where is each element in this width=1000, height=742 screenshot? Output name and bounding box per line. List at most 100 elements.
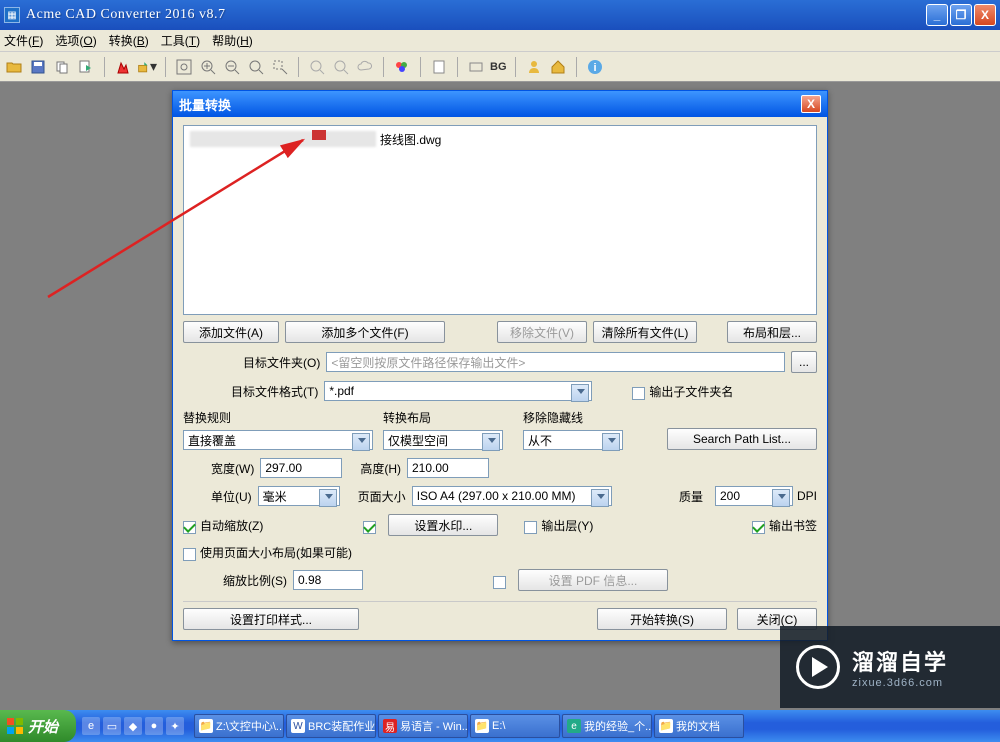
home-icon[interactable]: [548, 57, 568, 77]
task-icon: 易: [383, 719, 397, 733]
zoom-out-icon[interactable]: [222, 57, 242, 77]
file-list-item[interactable]: 接线图.dwg: [190, 130, 810, 148]
batch-icon[interactable]: ▾: [137, 57, 157, 77]
taskbar-task[interactable]: 📁E:\: [470, 714, 560, 738]
info-icon[interactable]: i: [585, 57, 605, 77]
taskbar-task[interactable]: 📁我的文档: [654, 714, 744, 738]
slides-icon[interactable]: [466, 57, 486, 77]
watermark-logo: 溜溜自学 zixue.3d66.com: [780, 626, 1000, 708]
use-page-layout-checkbox[interactable]: [183, 548, 196, 561]
taskbar-task[interactable]: WBRC装配作业...: [286, 714, 376, 738]
quality-select[interactable]: 200: [715, 486, 793, 506]
layout-layers-button[interactable]: 布局和层...: [727, 321, 817, 343]
start-button[interactable]: 开始: [0, 710, 76, 742]
add-file-button[interactable]: 添加文件(A): [183, 321, 279, 343]
task-icon: W: [291, 719, 305, 733]
minimize-button[interactable]: _: [926, 4, 948, 26]
save-icon[interactable]: [28, 57, 48, 77]
add-multiple-files-button[interactable]: 添加多个文件(F): [285, 321, 445, 343]
menu-convert[interactable]: 转换(B): [109, 32, 149, 49]
app-icon: ▦: [4, 7, 20, 23]
height-input[interactable]: 210.00: [407, 458, 489, 478]
menu-tools[interactable]: 工具(T): [161, 32, 200, 49]
toolbar-separator: [515, 57, 516, 77]
print-style-button[interactable]: 设置打印样式...: [183, 608, 359, 630]
target-format-select[interactable]: *.pdf: [324, 381, 592, 401]
menu-options[interactable]: 选项(O): [55, 32, 96, 49]
watermark-button[interactable]: 设置水印...: [388, 514, 498, 536]
color-icon[interactable]: [392, 57, 412, 77]
user-icon[interactable]: [524, 57, 544, 77]
start-label: 开始: [28, 716, 58, 737]
zoom-extents-icon[interactable]: [174, 57, 194, 77]
ql-app1-icon[interactable]: ◆: [124, 717, 142, 735]
output-subfolder-checkbox[interactable]: [632, 387, 645, 400]
remove-file-button[interactable]: 移除文件(V): [497, 321, 587, 343]
window-buttons: _ ❐ X: [926, 4, 996, 26]
output-bookmark-checkbox[interactable]: [752, 521, 765, 534]
width-input[interactable]: 297.00: [260, 458, 342, 478]
unit-select[interactable]: 毫米: [258, 486, 340, 506]
app-title: Acme CAD Converter 2016 v8.7: [26, 7, 225, 23]
convert-layout-select[interactable]: 仅模型空间: [383, 430, 503, 450]
menubar: 文件(F) 选项(O) 转换(B) 工具(T) 帮助(H): [0, 30, 1000, 52]
zoom-next-icon[interactable]: [331, 57, 351, 77]
zoom-region-icon[interactable]: [270, 57, 290, 77]
search-path-button[interactable]: Search Path List...: [667, 428, 817, 450]
zoom-in-icon[interactable]: [198, 57, 218, 77]
auto-zoom-checkbox[interactable]: [183, 521, 196, 534]
close-button[interactable]: X: [974, 4, 996, 26]
ql-app2-icon[interactable]: ●: [145, 717, 163, 735]
dialog-titlebar[interactable]: 批量转换 X: [173, 91, 827, 117]
logo-text: 溜溜自学: [852, 645, 948, 677]
target-folder-input[interactable]: <留空则按原文件路径保存输出文件>: [326, 352, 785, 372]
menu-help[interactable]: 帮助(H): [212, 32, 253, 49]
watermark-checkbox[interactable]: [363, 521, 376, 534]
taskbar-task[interactable]: e我的经验_个...: [562, 714, 652, 738]
toolbar-separator: [420, 57, 421, 77]
dialog-separator: [183, 601, 817, 602]
pdf-info-button[interactable]: 设置 PDF 信息...: [518, 569, 668, 591]
toolbar-separator: [457, 57, 458, 77]
zoom-ratio-input[interactable]: 0.98: [293, 570, 363, 590]
ql-desktop-icon[interactable]: ▭: [103, 717, 121, 735]
zoom-prev-icon[interactable]: [307, 57, 327, 77]
taskbar-tasks: 📁Z:\文控中心\... WBRC装配作业... 易易语言 - Win... 📁…: [190, 710, 744, 742]
bg-button[interactable]: BG: [490, 57, 507, 77]
taskbar-task[interactable]: 易易语言 - Win...: [378, 714, 468, 738]
pdf-info-checkbox[interactable]: [493, 576, 506, 589]
copy-icon[interactable]: [52, 57, 72, 77]
dialog-title: 批量转换: [179, 95, 231, 114]
open-icon[interactable]: [4, 57, 24, 77]
replace-rule-select[interactable]: 直接覆盖: [183, 430, 373, 450]
output-subfolder-label: 输出子文件夹名: [649, 383, 733, 400]
task-icon: 📁: [659, 719, 673, 733]
remove-hidden-select[interactable]: 从不: [523, 430, 623, 450]
start-convert-button[interactable]: 开始转换(S): [597, 608, 727, 630]
page-icon[interactable]: [429, 57, 449, 77]
maximize-button[interactable]: ❐: [950, 4, 972, 26]
unit-label: 单位(U): [211, 488, 252, 505]
output-layer-checkbox[interactable]: [524, 521, 537, 534]
file-list[interactable]: 接线图.dwg: [183, 125, 817, 315]
toolbar-separator: [104, 57, 105, 77]
taskbar-task[interactable]: 📁Z:\文控中心\...: [194, 714, 284, 738]
cloud-icon[interactable]: [355, 57, 375, 77]
menu-file[interactable]: 文件(F): [4, 32, 43, 49]
redaction-marker-icon: [312, 130, 326, 140]
dialog-close-button[interactable]: X: [801, 95, 821, 113]
quick-launch: e ▭ ◆ ● ✦: [76, 710, 190, 742]
redacted-path: [190, 131, 376, 147]
ql-ie-icon[interactable]: e: [82, 717, 100, 735]
zoom-ratio-label: 缩放比例(S): [223, 572, 287, 589]
zoom-window-icon[interactable]: [246, 57, 266, 77]
windows-logo-icon: [6, 717, 24, 735]
task-label: 我的经验_个...: [584, 718, 652, 734]
export-icon[interactable]: [76, 57, 96, 77]
clear-all-button[interactable]: 清除所有文件(L): [593, 321, 697, 343]
run-icon[interactable]: [113, 57, 133, 77]
page-size-select[interactable]: ISO A4 (297.00 x 210.00 MM): [412, 486, 612, 506]
ql-app3-icon[interactable]: ✦: [166, 717, 184, 735]
output-bookmark-label: 输出书签: [769, 517, 817, 534]
browse-folder-button[interactable]: ...: [791, 351, 817, 373]
